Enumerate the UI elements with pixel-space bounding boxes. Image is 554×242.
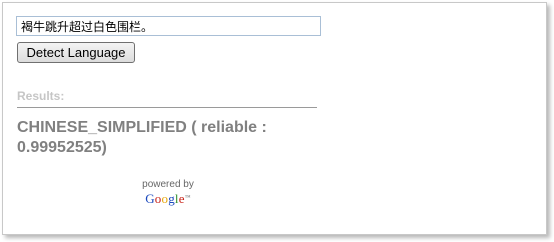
powered-by-label: powered by (142, 179, 194, 190)
results-label: Results: (17, 89, 65, 103)
google-logo-letter: G (145, 191, 155, 206)
trademark-symbol: ™ (184, 195, 191, 201)
text-input[interactable] (16, 16, 321, 36)
google-logo-letter: o (154, 191, 162, 206)
results-divider (17, 107, 317, 108)
google-attribution: powered by Google™ (131, 179, 205, 206)
detection-result: CHINESE_SIMPLIFIED ( reliable : 0.999525… (17, 119, 267, 156)
google-logo-letter: g (168, 191, 175, 206)
detect-language-button[interactable]: Detect Language (17, 42, 135, 63)
app-frame: Detect Language Results: CHINESE_SIMPLIF… (2, 2, 547, 235)
google-logo[interactable]: Google™ (131, 191, 205, 206)
